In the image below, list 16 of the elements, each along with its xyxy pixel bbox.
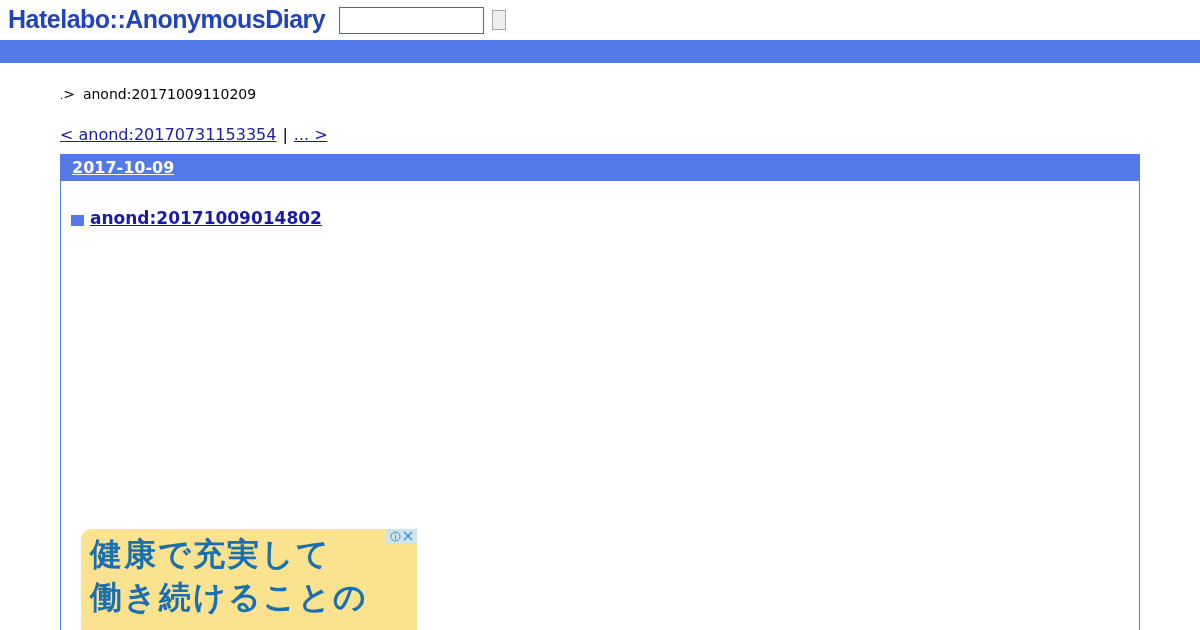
site-logo[interactable]: Hatelabo::AnonymousDiary xyxy=(8,1,326,39)
next-link[interactable]: ... > xyxy=(293,123,332,147)
prev-link[interactable]: < anond:20170731153354 xyxy=(60,123,277,147)
ad-choices-icon[interactable] xyxy=(386,528,417,544)
ad-headline: 健康で充実して xyxy=(90,533,331,575)
entry-square-icon xyxy=(71,214,84,226)
breadcrumb-separator: > xyxy=(63,85,75,104)
entry-title-link[interactable]: anond:20171009014802 xyxy=(90,206,322,232)
ad-banner[interactable]: 健康で充実して 働き続けることの xyxy=(81,528,417,630)
search-button[interactable] xyxy=(492,10,507,30)
ad-headline: 働き続けることの xyxy=(90,576,368,618)
search-field[interactable] xyxy=(339,6,485,34)
breadcrumb-current: anond:20171009110209 xyxy=(82,85,257,104)
home-link[interactable]: . xyxy=(60,88,64,103)
date-link[interactable]: 2017-10-09 xyxy=(72,156,175,180)
pager-divider: | xyxy=(282,124,288,146)
